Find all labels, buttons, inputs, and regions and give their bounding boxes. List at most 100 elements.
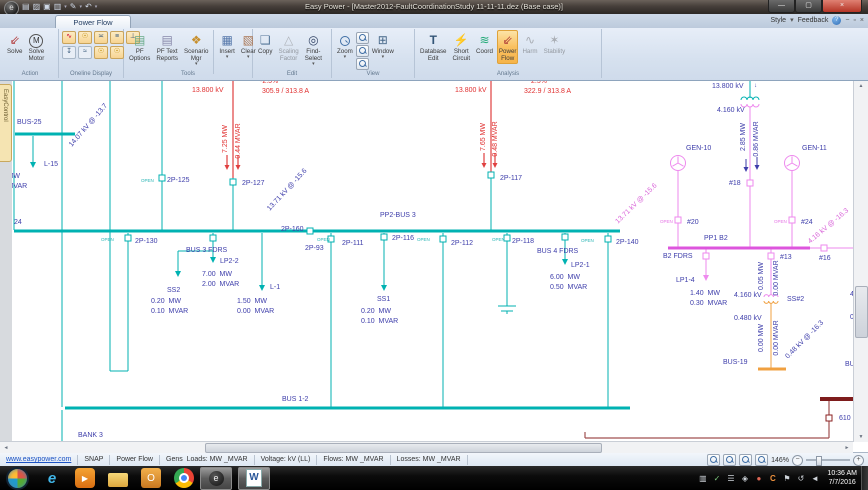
tray-flag-icon[interactable]: ⚑ xyxy=(782,474,791,483)
power-flow-button[interactable]: ⇙ Power Flow xyxy=(496,30,519,64)
tab-power-flow[interactable]: Power Flow xyxy=(55,15,131,29)
style-menu[interactable]: Style xyxy=(771,17,787,24)
doc-close-button[interactable]: × xyxy=(860,16,864,25)
show-desktop-button[interactable] xyxy=(861,466,868,490)
zoom-window-button[interactable] xyxy=(355,58,369,70)
switch-label: 2P-127 xyxy=(242,180,265,187)
solve-button[interactable]: ⇙ Solve xyxy=(5,30,24,57)
media-player-icon[interactable]: ▶ xyxy=(75,468,95,488)
oneline-toggle-button[interactable]: ≍ xyxy=(94,31,108,44)
explorer-folder-icon[interactable] xyxy=(108,472,128,487)
zoom-out-button[interactable] xyxy=(355,45,369,57)
easypower-link[interactable]: www.easypower.com xyxy=(0,455,79,465)
zoom-icon xyxy=(339,32,350,48)
switch-610[interactable] xyxy=(825,414,833,422)
chevron-down-icon[interactable]: ▾ xyxy=(790,16,794,25)
zoom-button[interactable]: Zoom ▾ xyxy=(335,30,355,62)
switch-2p-116 xyxy=(380,233,388,241)
zoom-prev-tool-button[interactable] xyxy=(755,454,769,466)
oneline-toggle-button[interactable]: ≈ xyxy=(78,46,92,59)
switch-label: 2P-112 xyxy=(451,240,474,247)
copy-button[interactable]: ❏ Copy xyxy=(256,30,274,57)
tray-menu-icon[interactable]: ☰ xyxy=(726,474,735,483)
window-button[interactable]: ⊞ Window ▾ xyxy=(370,30,396,62)
group-edit: ❏ Copy △ Scaling Factor ◎ Find- Select ▾ Edi… xyxy=(253,29,332,78)
generator-gen-11[interactable] xyxy=(784,155,800,171)
feedback-menu[interactable]: Feedback xyxy=(798,17,829,24)
switch-2p-117 xyxy=(487,171,495,179)
tray-security-icon[interactable]: ✓ xyxy=(712,474,721,483)
coord-button[interactable]: ≋ Coord xyxy=(474,30,495,57)
scroll-up-icon[interactable]: ▲ xyxy=(854,83,868,89)
zoom-out-tool-button[interactable] xyxy=(707,454,721,466)
bus-label: PP2-BUS 3 xyxy=(380,212,416,219)
capacitor[interactable] xyxy=(498,305,516,312)
oneline-toggle-button[interactable]: ≡ xyxy=(110,31,124,44)
chevron-down-icon: ▾ xyxy=(194,61,198,67)
scroll-left-icon[interactable]: ◄ xyxy=(2,445,10,451)
group-view: Zoom ▾ ⊞ Window ▾ View xyxy=(332,29,415,78)
pink-feeder-lines[interactable] xyxy=(677,107,854,295)
help-icon[interactable]: ? xyxy=(832,16,842,25)
scroll-down-icon[interactable]: ▼ xyxy=(854,434,868,440)
tray-ccleaner-icon[interactable]: C xyxy=(768,474,777,483)
tray-volume-icon[interactable]: ◄ xyxy=(810,474,819,483)
chrome-icon[interactable] xyxy=(174,468,194,488)
zoom-slider-thumb[interactable] xyxy=(816,456,822,466)
pf-options-button[interactable]: ▤ PF Options xyxy=(127,30,152,64)
doc-restore-button[interactable]: ▫ xyxy=(853,16,855,25)
switch-label: 610 xyxy=(839,415,851,422)
maximize-button[interactable]: ▢ xyxy=(795,0,822,13)
tray-sync-icon[interactable]: ↺ xyxy=(796,474,805,483)
oneline-toggle-button[interactable]: ∿ xyxy=(62,31,76,44)
zoom-slider[interactable] xyxy=(806,456,850,466)
tray-record-icon[interactable]: ● xyxy=(754,474,763,483)
oneline-canvas[interactable]: BUS-25 L-15 0.00 MW 0.00 MVAR 14.07 kV @… xyxy=(0,80,868,453)
oneline-toggle-button[interactable]: ☉ xyxy=(110,46,124,59)
database-edit-button[interactable]: T Database Edit xyxy=(418,30,449,64)
switch-16 xyxy=(820,244,828,252)
zoom-in-button[interactable] xyxy=(355,32,369,44)
zoom-minus-button[interactable]: − xyxy=(792,454,803,466)
insert-button[interactable]: ▦ Insert ▾ xyxy=(217,30,236,62)
vertical-scroll-thumb[interactable] xyxy=(855,286,868,338)
clock[interactable]: 10:36 AM 7/7/2016 xyxy=(827,469,857,487)
oneline-toggle-button[interactable]: ☉ xyxy=(78,31,92,44)
zoom-fit-tool-button[interactable] xyxy=(739,454,753,466)
internet-explorer-icon[interactable]: e xyxy=(42,468,62,488)
find-select-icon: ◎ xyxy=(308,33,319,47)
pf-text-reports-button[interactable]: ▤ PF Text Reports xyxy=(154,30,180,64)
word-taskbar-button[interactable]: W xyxy=(238,466,270,490)
oneline-toggle-button[interactable]: ☉ xyxy=(94,46,108,59)
tray-app-icon[interactable]: ◈ xyxy=(740,474,749,483)
load-arrow-lp1-4-icon xyxy=(703,275,709,281)
switch-label: #13 xyxy=(780,254,792,261)
zoom-window-tool-button[interactable] xyxy=(723,454,737,466)
easycontrol-tab[interactable]: EasyControl xyxy=(0,84,12,162)
transformer-13800-4160[interactable] xyxy=(740,96,760,108)
outlook-icon[interactable]: O xyxy=(141,468,161,488)
oneline-toggle-button[interactable]: ↧ xyxy=(62,46,76,59)
horizontal-scroll-thumb[interactable] xyxy=(205,443,602,453)
close-button[interactable]: × xyxy=(822,0,862,13)
ribbon: ⇙ Solve M Solve Motor Action ∿ ☉ ≍ ≡ ⊥ ↧ ≈… xyxy=(0,28,868,81)
generator-gen-10[interactable] xyxy=(670,155,686,171)
start-button[interactable] xyxy=(6,466,29,490)
horizontal-scrollbar[interactable]: ◄ ► xyxy=(0,441,853,453)
easypower-taskbar-button[interactable]: e xyxy=(200,466,232,490)
zoom-plus-button[interactable]: + xyxy=(853,454,864,466)
doc-minimize-button[interactable]: − xyxy=(845,16,849,25)
vertical-scrollbar[interactable]: ▲ ▼ xyxy=(853,81,868,442)
scenario-mgr-button[interactable]: ❖ Scenario Mgr ▾ xyxy=(182,30,210,69)
short-circuit-icon: ⚡ xyxy=(453,33,469,47)
teal-feeder-lines[interactable] xyxy=(13,81,751,443)
solve-motor-button[interactable]: M Solve Motor xyxy=(26,30,46,64)
tray-drive-icon[interactable]: ▥ xyxy=(698,474,707,483)
short-circuit-button[interactable]: ⚡ Short Circuit xyxy=(451,30,473,64)
scroll-right-icon[interactable]: ► xyxy=(843,445,851,451)
snap-indicator[interactable]: SNAP xyxy=(78,455,111,465)
find-select-button[interactable]: ◎ Find- Select ▾ xyxy=(303,30,324,69)
voltage-units: Voltage: kV (LL) xyxy=(255,455,318,465)
minimize-button[interactable]: — xyxy=(768,0,795,13)
bus-label: BUS-25 xyxy=(17,119,42,126)
